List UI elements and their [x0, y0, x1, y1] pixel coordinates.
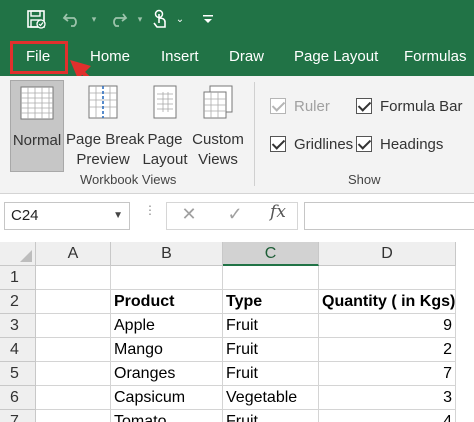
enter-icon[interactable]: ✓ [222, 204, 248, 225]
normal-view-button[interactable]: Normal [10, 80, 64, 172]
cell-c6[interactable]: Vegetable [223, 386, 319, 410]
cell-b7[interactable]: Tomato [111, 410, 223, 422]
cell-a2[interactable] [36, 290, 111, 314]
page-layout-label-2: Layout [142, 151, 188, 168]
cell-a6[interactable] [36, 386, 111, 410]
page-layout-icon [149, 84, 181, 124]
row-header-7[interactable]: 7 [0, 410, 36, 422]
group-separator [254, 82, 255, 186]
select-all-corner[interactable] [0, 242, 36, 266]
cell-b2[interactable]: Product [111, 290, 223, 314]
page-break-preview-label-2: Preview [76, 151, 130, 168]
cell-c2[interactable]: Type [223, 290, 319, 314]
page-layout-view-button[interactable]: Page Layout [142, 80, 188, 172]
column-header-b[interactable]: B [111, 242, 223, 266]
cell-d4[interactable]: 2 [319, 338, 456, 362]
cell-a4[interactable] [36, 338, 111, 362]
cell-c4[interactable]: Fruit [223, 338, 319, 362]
page-break-preview-button[interactable]: Page Break Preview [66, 80, 145, 172]
cell-d3[interactable]: 9 [319, 314, 456, 338]
headings-checkbox[interactable]: Headings [356, 134, 443, 154]
formula-bar-check-box[interactable] [356, 98, 372, 114]
cell-d7[interactable]: 4 [319, 410, 456, 422]
page-layout-label-1: Page [147, 131, 183, 148]
page-break-preview-label-1: Page Break [66, 131, 145, 148]
cell-a3[interactable] [36, 314, 111, 338]
gridlines-checkbox[interactable]: Gridlines [270, 134, 353, 154]
show-group-label: Show [348, 172, 381, 187]
insert-function-icon[interactable]: fx [265, 202, 291, 222]
row-header-5[interactable]: 5 [0, 362, 36, 386]
ruler-check-box[interactable] [270, 98, 286, 114]
row-header-4[interactable]: 4 [0, 338, 36, 362]
column-header-d[interactable]: D [319, 242, 456, 266]
row-header-6[interactable]: 6 [0, 386, 36, 410]
cell-c3[interactable]: Fruit [223, 314, 319, 338]
workbook-views-group-label: Workbook Views [80, 172, 177, 187]
column-header-a[interactable]: A [36, 242, 111, 266]
cell-d6[interactable]: 3 [319, 386, 456, 410]
cancel-icon[interactable]: ✕ [176, 204, 202, 225]
cell-b3[interactable]: Apple [111, 314, 223, 338]
name-box-dropdown-icon[interactable]: ▼ [113, 203, 123, 229]
gridlines-label: Gridlines [294, 135, 354, 153]
cell-b6[interactable]: Capsicum [111, 386, 223, 410]
name-box[interactable]: C24 ▼ [4, 202, 130, 230]
cell-d1[interactable] [319, 266, 456, 290]
custom-views-label-1: Custom [192, 131, 244, 148]
cell-c5[interactable]: Fruit [223, 362, 319, 386]
headings-label: Headings [380, 135, 444, 153]
custom-views-label-2: Views [198, 151, 238, 168]
row-header-3[interactable]: 3 [0, 314, 36, 338]
name-box-value: C24 [11, 207, 39, 224]
headings-check-box[interactable] [356, 136, 372, 152]
ribbon-view: Normal Page Break Preview Page Layout Cu… [0, 76, 474, 194]
cell-a5[interactable] [36, 362, 111, 386]
cell-b5[interactable]: Oranges [111, 362, 223, 386]
cell-c7[interactable]: Fruit [223, 410, 319, 422]
ruler-label: Ruler [294, 97, 330, 115]
column-header-c[interactable]: C [223, 242, 319, 266]
cell-b4[interactable]: Mango [111, 338, 223, 362]
cell-d5[interactable]: 7 [319, 362, 456, 386]
formula-bar: C24 ▼ ⋮ ✕ ✓ fx [0, 194, 474, 242]
custom-views-button[interactable]: Custom Views [190, 80, 246, 172]
formula-bar-label: Formula Bar [380, 97, 463, 115]
row-header-2[interactable]: 2 [0, 290, 36, 314]
normal-view-icon [19, 85, 55, 125]
cell-d2[interactable]: Quantity ( in Kgs) [319, 290, 456, 314]
ruler-checkbox[interactable]: Ruler [270, 96, 330, 116]
gridlines-check-box[interactable] [270, 136, 286, 152]
cell-c1[interactable] [223, 266, 319, 290]
normal-view-label: Normal [12, 132, 62, 149]
formula-input[interactable] [304, 202, 474, 230]
formula-bar-resize-handle[interactable]: ⋮ [144, 204, 156, 216]
cell-b1[interactable] [111, 266, 223, 290]
cell-a7[interactable] [36, 410, 111, 422]
cell-a1[interactable] [36, 266, 111, 290]
custom-views-icon [200, 84, 236, 124]
page-break-preview-icon [85, 84, 121, 124]
row-header-1[interactable]: 1 [0, 266, 36, 290]
spreadsheet-grid: A B C D 1 2 Product Type Quantity ( in K… [0, 242, 474, 422]
formula-bar-checkbox[interactable]: Formula Bar [356, 96, 463, 116]
